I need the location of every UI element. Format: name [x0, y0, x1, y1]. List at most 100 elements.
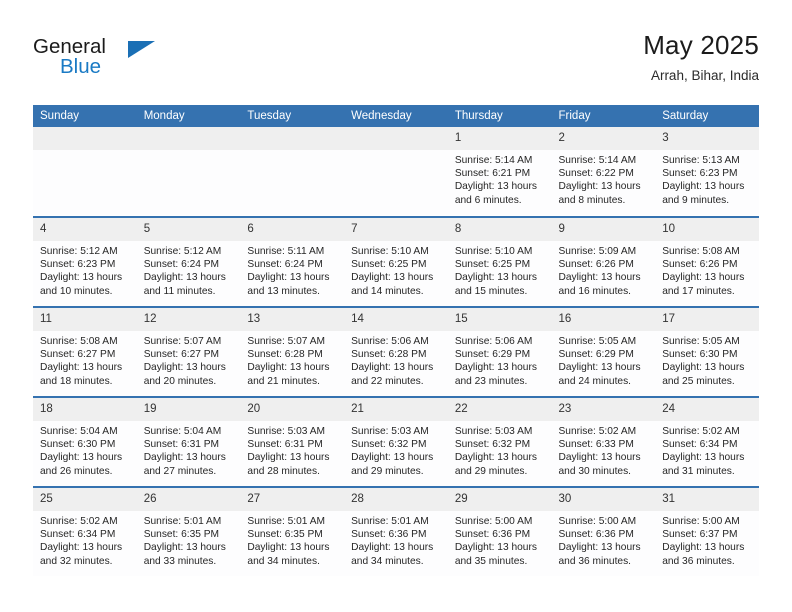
calendar-day-cell[interactable]: 28 Sunrise: 5:01 AM Sunset: 6:36 PM Dayligh…: [344, 486, 448, 577]
calendar-day-cell[interactable]: 5 Sunrise: 5:12 AM Sunset: 6:24 PM Daylight…: [136, 216, 241, 307]
calendar-day-cell[interactable]: 11 Sunrise: 5:08 AM Sunset: 6:27 PM Dayligh…: [33, 306, 137, 397]
calendar-day-cell[interactable]: 21 Sunrise: 5:03 AM Sunset: 6:32 PM Dayligh…: [344, 396, 448, 487]
day-cell-inner: 6 Sunrise: 5:11 AM Sunset: 6:24 PM Daylight…: [240, 218, 345, 306]
calendar-day-cell[interactable]: 20 Sunrise: 5:03 AM Sunset: 6:31 PM Dayligh…: [240, 396, 345, 487]
day-details: Sunrise: 5:03 AM Sunset: 6:32 PM Daylight:…: [448, 421, 552, 478]
day-cell-inner: 4 Sunrise: 5:12 AM Sunset: 6:23 PM Daylight…: [33, 218, 137, 306]
calendar-day-cell[interactable]: 3 Sunrise: 5:13 AM Sunset: 6:23 PM Daylight…: [655, 127, 759, 217]
calendar-day-cell[interactable]: 9 Sunrise: 5:09 AM Sunset: 6:26 PM Daylight…: [551, 216, 656, 307]
calendar-day-cell[interactable]: 18 Sunrise: 5:04 AM Sunset: 6:30 PM Dayligh…: [33, 396, 137, 487]
calendar-day-cell[interactable]: 14 Sunrise: 5:06 AM Sunset: 6:28 PM Dayligh…: [344, 306, 448, 397]
daylight-text: Daylight: 13 hours and 13 minutes.: [247, 272, 330, 297]
day-cell-inner: 5 Sunrise: 5:12 AM Sunset: 6:24 PM Daylight…: [136, 218, 241, 306]
day-number: 7: [344, 218, 448, 241]
calendar-day-cell[interactable]: [344, 127, 448, 217]
sunrise-text: Sunrise: 5:03 AM: [454, 426, 533, 437]
calendar-day-cell[interactable]: 19 Sunrise: 5:04 AM Sunset: 6:31 PM Dayligh…: [136, 396, 241, 487]
sunset-text: Sunset: 6:36 PM: [351, 529, 427, 541]
day-number: 15: [447, 308, 552, 331]
sunrise-text: Sunrise: 5:07 AM: [247, 336, 325, 347]
day-number: 23: [551, 398, 656, 421]
daylight-text: Daylight: 13 hours and 22 minutes.: [351, 362, 434, 387]
sunrise-text: Sunrise: 5:14 AM: [454, 155, 533, 166]
page-title: May 2025: [643, 30, 759, 60]
day-cell-inner: 24 Sunrise: 5:02 AM Sunset: 6:34 PM Dayligh…: [655, 398, 759, 486]
calendar-day-cell[interactable]: 6 Sunrise: 5:11 AM Sunset: 6:24 PM Daylight…: [240, 216, 345, 307]
calendar-day-cell[interactable]: 22 Sunrise: 5:03 AM Sunset: 6:32 PM Dayligh…: [447, 396, 552, 487]
sunset-text: Sunset: 6:27 PM: [40, 349, 116, 361]
calendar-day-cell[interactable]: 1 Sunrise: 5:14 AM Sunset: 6:21 PM Daylight…: [447, 127, 552, 217]
day-cell-inner: 13 Sunrise: 5:07 AM Sunset: 6:28 PM Dayligh…: [240, 308, 345, 396]
calendar-day-cell[interactable]: 16 Sunrise: 5:05 AM Sunset: 6:29 PM Dayligh…: [551, 306, 656, 397]
calendar-day-cell[interactable]: 13 Sunrise: 5:07 AM Sunset: 6:28 PM Dayligh…: [240, 306, 345, 397]
day-cell-inner: 18 Sunrise: 5:04 AM Sunset: 6:30 PM Dayligh…: [33, 398, 137, 486]
daylight-text: Daylight: 13 hours and 36 minutes.: [662, 542, 745, 567]
calendar-day-cell[interactable]: [240, 127, 345, 217]
sunset-text: Sunset: 6:36 PM: [558, 529, 634, 541]
calendar-day-cell[interactable]: 30 Sunrise: 5:00 AM Sunset: 6:36 PM Dayligh…: [551, 486, 656, 577]
calendar-day-cell[interactable]: [33, 127, 137, 217]
calendar-day-cell[interactable]: 23 Sunrise: 5:02 AM Sunset: 6:33 PM Dayligh…: [551, 396, 656, 487]
day-number: 27: [240, 488, 345, 511]
daylight-text: Daylight: 13 hours and 29 minutes.: [454, 452, 537, 477]
daylight-text: Daylight: 13 hours and 24 minutes.: [558, 362, 641, 387]
calendar-day-cell[interactable]: 7 Sunrise: 5:10 AM Sunset: 6:25 PM Daylight…: [344, 216, 448, 307]
day-number: 20: [240, 398, 345, 421]
sunrise-text: Sunrise: 5:01 AM: [247, 516, 325, 527]
day-details: Sunrise: 5:07 AM Sunset: 6:28 PM Daylight:…: [240, 331, 344, 388]
day-details: Sunrise: 5:10 AM Sunset: 6:25 PM Daylight:…: [448, 241, 552, 298]
calendar-day-cell[interactable]: 2 Sunrise: 5:14 AM Sunset: 6:22 PM Daylight…: [551, 127, 656, 217]
calendar-day-cell[interactable]: 4 Sunrise: 5:12 AM Sunset: 6:23 PM Daylight…: [33, 216, 137, 307]
day-number: [344, 127, 448, 150]
calendar-day-cell[interactable]: 15 Sunrise: 5:06 AM Sunset: 6:29 PM Dayligh…: [447, 306, 552, 397]
sunrise-text: Sunrise: 5:14 AM: [558, 155, 637, 166]
calendar-day-cell[interactable]: [136, 127, 241, 217]
day-cell-inner: 17 Sunrise: 5:05 AM Sunset: 6:30 PM Dayligh…: [655, 308, 759, 396]
day-number: 6: [240, 218, 345, 241]
day-number: 24: [655, 398, 759, 421]
day-details: Sunrise: 5:10 AM Sunset: 6:25 PM Daylight:…: [344, 241, 448, 298]
sunrise-text: Sunrise: 5:10 AM: [351, 246, 429, 257]
day-cell-inner: 1 Sunrise: 5:14 AM Sunset: 6:21 PM Daylight…: [447, 127, 552, 215]
sunrise-text: Sunrise: 5:08 AM: [662, 246, 740, 257]
day-cell-inner: [136, 127, 241, 215]
day-details: Sunrise: 5:12 AM Sunset: 6:24 PM Daylight:…: [137, 241, 241, 298]
sunset-text: Sunset: 6:30 PM: [40, 439, 116, 451]
day-cell-inner: 2 Sunrise: 5:14 AM Sunset: 6:22 PM Daylight…: [551, 127, 656, 215]
calendar-day-cell[interactable]: 26 Sunrise: 5:01 AM Sunset: 6:35 PM Dayligh…: [136, 486, 241, 577]
daylight-text: Daylight: 13 hours and 27 minutes.: [143, 452, 226, 477]
logo-triangle-icon: [128, 41, 155, 58]
weekday-header-wednesday: Wednesday: [344, 105, 448, 127]
day-details: Sunrise: 5:08 AM Sunset: 6:27 PM Daylight:…: [33, 331, 137, 388]
day-cell-inner: [240, 127, 345, 215]
daylight-text: Daylight: 13 hours and 23 minutes.: [454, 362, 537, 387]
calendar-day-cell[interactable]: 31 Sunrise: 5:00 AM Sunset: 6:37 PM Dayligh…: [655, 486, 759, 577]
day-cell-inner: 16 Sunrise: 5:05 AM Sunset: 6:29 PM Dayligh…: [551, 308, 656, 396]
day-number: 16: [551, 308, 656, 331]
daylight-text: Daylight: 13 hours and 35 minutes.: [454, 542, 537, 567]
sunrise-sunset-calendar-table: Sunday Monday Tuesday Wednesday Thursday…: [33, 105, 759, 577]
general-blue-logo[interactable]: General Blue: [33, 30, 183, 88]
sunset-text: Sunset: 6:23 PM: [662, 168, 738, 180]
calendar-day-cell[interactable]: 17 Sunrise: 5:05 AM Sunset: 6:30 PM Dayligh…: [655, 306, 759, 397]
day-details: Sunrise: 5:11 AM Sunset: 6:24 PM Daylight:…: [240, 241, 344, 298]
sunrise-text: Sunrise: 5:02 AM: [558, 426, 637, 437]
day-cell-inner: 25 Sunrise: 5:02 AM Sunset: 6:34 PM Dayligh…: [33, 488, 137, 576]
calendar-day-cell[interactable]: 12 Sunrise: 5:07 AM Sunset: 6:27 PM Dayligh…: [136, 306, 241, 397]
day-details: Sunrise: 5:05 AM Sunset: 6:29 PM Daylight:…: [552, 331, 656, 388]
day-cell-inner: 23 Sunrise: 5:02 AM Sunset: 6:33 PM Dayligh…: [551, 398, 656, 486]
calendar-day-cell[interactable]: 27 Sunrise: 5:01 AM Sunset: 6:35 PM Dayligh…: [240, 486, 345, 577]
calendar-day-cell[interactable]: 25 Sunrise: 5:02 AM Sunset: 6:34 PM Dayligh…: [33, 486, 137, 577]
calendar-week-row: 1 Sunrise: 5:14 AM Sunset: 6:21 PM Daylight…: [33, 127, 759, 217]
day-details: Sunrise: 5:06 AM Sunset: 6:28 PM Daylight:…: [344, 331, 448, 388]
calendar-day-cell[interactable]: 29 Sunrise: 5:00 AM Sunset: 6:36 PM Dayligh…: [447, 486, 552, 577]
calendar-day-cell[interactable]: 10 Sunrise: 5:08 AM Sunset: 6:26 PM Dayligh…: [655, 216, 759, 307]
daylight-text: Daylight: 13 hours and 28 minutes.: [247, 452, 330, 477]
sunset-text: Sunset: 6:31 PM: [143, 439, 220, 451]
sunset-text: Sunset: 6:31 PM: [247, 439, 323, 451]
page-header: General Blue May 2025 Arrah, Bihar, Indi…: [33, 30, 759, 92]
calendar-day-cell[interactable]: 8 Sunrise: 5:10 AM Sunset: 6:25 PM Daylight…: [447, 216, 552, 307]
sunrise-text: Sunrise: 5:13 AM: [662, 155, 740, 166]
sunset-text: Sunset: 6:33 PM: [558, 439, 634, 451]
calendar-day-cell[interactable]: 24 Sunrise: 5:02 AM Sunset: 6:34 PM Dayligh…: [655, 396, 759, 487]
